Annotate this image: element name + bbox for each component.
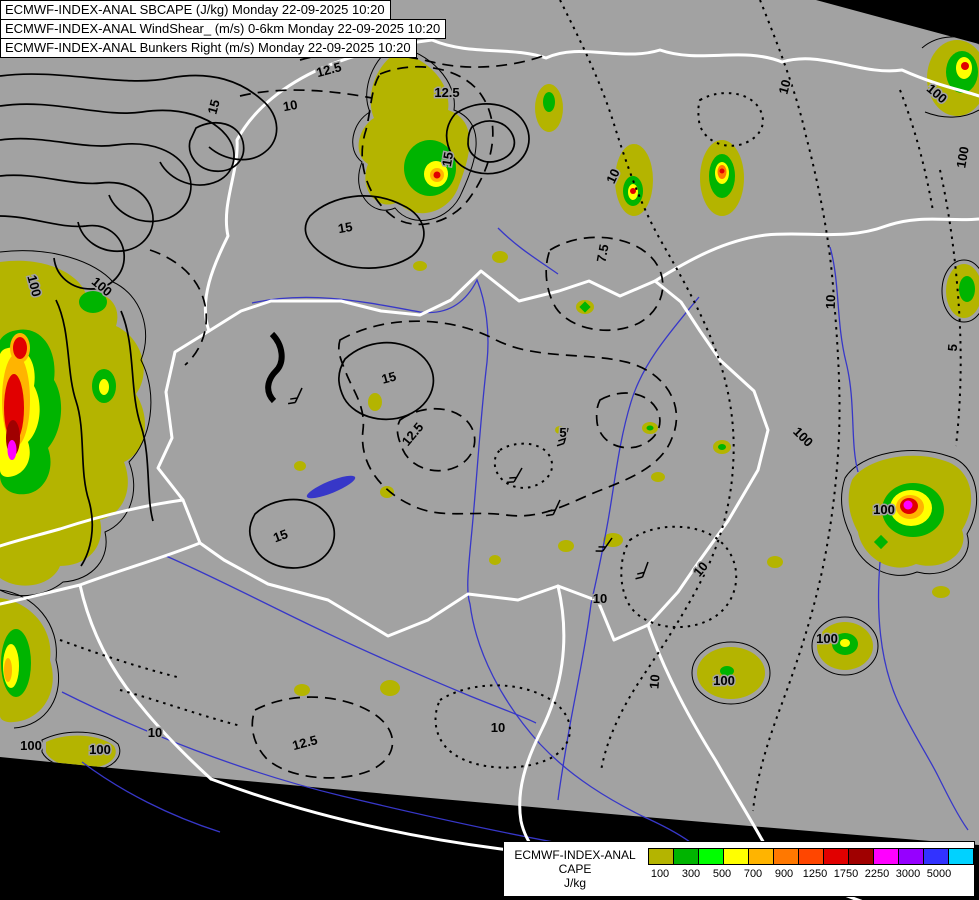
legend-color-swatch [899, 849, 924, 864]
legend-color-swatch [774, 849, 799, 864]
shear-contour-label: 15 [439, 151, 456, 168]
weather-chart: 15 10 12.5 12.5 15 10 10 15 7.5 15 12.5 5 10 5 10 10 10 1… [0, 0, 979, 900]
legend-colorbar-area: 100 300 500 700 900 1250 1750 2250 3000 5000 [646, 842, 974, 896]
shear-contour-label: 5 [559, 425, 566, 440]
shear-contour-label: 10 [823, 294, 838, 309]
legend-tick-row: 100 300 500 700 900 1250 1750 2250 3000 5000 [648, 868, 962, 882]
legend-tick-value: 500 [712, 868, 732, 880]
legend-tick-value: 300 [681, 868, 701, 880]
shear-contour-label: 10 [646, 674, 662, 690]
legend-tick-value: 3000 [895, 868, 921, 880]
legend-tick-value: 1250 [802, 868, 828, 880]
legend-box: ECMWF-INDEX-ANAL CAPE J/kg 100 300 500 700 9… [503, 841, 975, 897]
model-domain-land [0, 0, 979, 845]
legend-units: J/kg [563, 876, 586, 890]
legend-color-swatch [874, 849, 899, 864]
shear-contour-label: 10 [593, 591, 607, 606]
map-svg: 15 1012.512.5151010157.51512.5 51051010101… [0, 0, 979, 900]
cape-contour-label: 100 [20, 738, 42, 753]
legend-color-swatch [649, 849, 674, 864]
legend-color-swatch [924, 849, 949, 864]
shear-contour-label: 12.5 [434, 85, 459, 100]
shear-contour-label: 5 [945, 343, 961, 352]
cape-contour-label: 100 [816, 631, 838, 646]
legend-tick-value: 700 [743, 868, 763, 880]
legend-color-swatch [724, 849, 749, 864]
legend-tick-value: 900 [774, 868, 794, 880]
shear-contour-label: 10 [148, 725, 162, 740]
legend-tick-value: 100 [650, 868, 670, 880]
shear-contour-label: 7.5 [594, 243, 612, 263]
legend-color-swatch [849, 849, 874, 864]
shear-contour-label: 10 [282, 97, 299, 114]
legend-model-title: ECMWF-INDEX-ANAL [514, 848, 636, 862]
legend-tick-value: 5000 [926, 868, 952, 880]
legend-color-swatch [674, 849, 699, 864]
title-bar-windshear: ECMWF-INDEX-ANAL WindShear_ (m/s) 0-6km … [0, 19, 447, 39]
legend-colorbar [648, 848, 974, 865]
legend-color-swatch [699, 849, 724, 864]
cape-contour-label: 100 [89, 742, 111, 757]
shear-contour-label: 15 [337, 219, 354, 236]
legend-color-swatch [949, 849, 973, 864]
legend-color-swatch [824, 849, 849, 864]
legend-parameter: CAPE [558, 862, 592, 876]
cape-contour-label: 100 [713, 673, 735, 688]
title-bar-sbcape: ECMWF-INDEX-ANAL SBCAPE (J/kg) Monday 22… [0, 0, 391, 20]
cape-contour-label: 100 [873, 502, 895, 517]
legend-tick-value: 2250 [864, 868, 890, 880]
legend-tick-value: 1750 [833, 868, 859, 880]
title-bar-bunkers: ECMWF-INDEX-ANAL Bunkers Right (m/s) Mon… [0, 38, 417, 58]
legend-color-swatch [749, 849, 774, 864]
shear-contour-label: 10 [491, 720, 505, 735]
legend-color-swatch [799, 849, 824, 864]
legend-text-block: ECMWF-INDEX-ANAL CAPE J/kg [504, 842, 646, 896]
